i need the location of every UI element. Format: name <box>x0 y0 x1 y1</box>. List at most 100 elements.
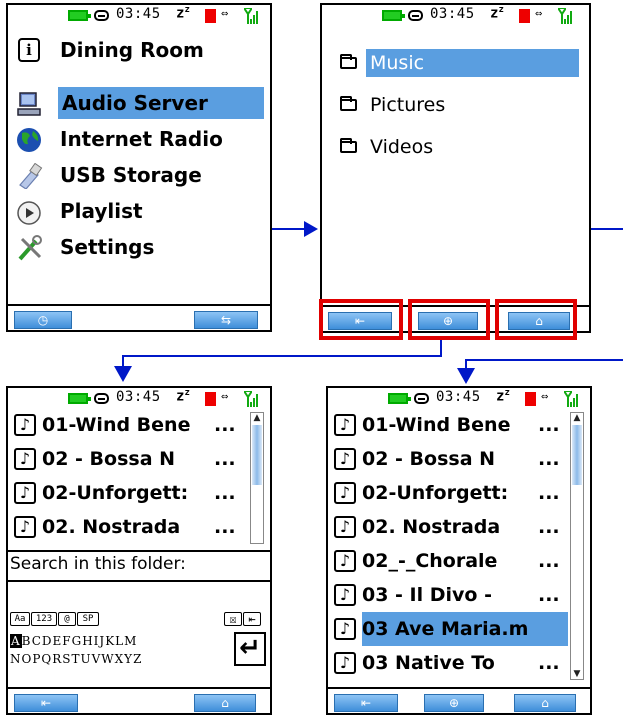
clock-icon: ◷ <box>37 313 49 327</box>
battery-icon <box>388 393 411 404</box>
connector-arrowhead <box>457 368 475 384</box>
track-title: 02. Nostrada <box>362 516 501 538</box>
scroll-up-icon[interactable]: ▲ <box>572 413 582 423</box>
track-item[interactable]: ♪ 02-Unforgett: ... <box>12 476 238 510</box>
softkey-bar: ◷ ⇆ <box>8 304 270 330</box>
track-item[interactable]: ♪ 02 - Bossa N ... <box>12 442 238 476</box>
scroll-up-icon[interactable]: ▲ <box>252 413 262 423</box>
home-softkey[interactable]: ⌂ <box>514 694 576 712</box>
folder-item-music[interactable]: Music <box>328 49 579 77</box>
menu-item-settings[interactable]: Settings <box>14 231 268 263</box>
backspace-key[interactable]: ⇤ <box>243 612 261 626</box>
menu-item-playlist[interactable]: Playlist <box>14 195 268 227</box>
mode-key-symbols[interactable]: @ <box>58 612 76 626</box>
link-icon: ⇔ <box>535 6 543 20</box>
track-item[interactable]: ♪ 03 Ave Maria.m <box>332 612 568 646</box>
signal-icon <box>558 8 572 24</box>
track-title: 03 Native To <box>362 652 495 674</box>
back-softkey[interactable]: ⇤ <box>334 694 398 712</box>
track-scrollbar[interactable]: ▲ ▼ <box>570 412 584 680</box>
more-options-button[interactable]: ... <box>214 442 236 476</box>
music-note-icon: ♪ <box>334 584 356 606</box>
onscreen-keyboard: Aa 123 @ SP ☒ ⇤ ABCDEFGHIJKLM NOPQRSTUVW… <box>10 612 268 682</box>
track-title: 02-Unforgett: <box>362 482 509 504</box>
music-note-icon: ♪ <box>14 482 36 504</box>
back-icon: ⇤ <box>40 696 52 710</box>
status-bar: 03:45 zz ⇔ <box>328 388 590 410</box>
track-item[interactable]: ♪ 02_-_Chorale... <box>332 544 568 578</box>
key-selected[interactable]: A <box>10 634 22 648</box>
info-icon: i <box>18 38 40 62</box>
letter-keys[interactable]: NOPQRSTUVWXYZ <box>10 652 142 666</box>
storage-icon <box>94 393 109 404</box>
connector-line <box>466 359 623 361</box>
softkey-bar: ⇤ ⌂ <box>8 687 270 713</box>
more-options-button[interactable]: ... <box>538 510 560 544</box>
screen-folder-browser: 03:45 zz ⇔ Music Pictures Videos ⇤ ⊕ ⌂ <box>320 3 591 333</box>
menu-item-label: USB Storage <box>60 163 202 187</box>
menu-item-internet-radio[interactable]: Internet Radio <box>14 123 268 155</box>
track-item[interactable]: ♪ 02. Nostrada... <box>332 510 568 544</box>
more-options-button[interactable]: ... <box>538 544 560 578</box>
status-time: 03:45 <box>116 389 161 405</box>
track-scrollbar[interactable]: ▲ <box>250 412 264 544</box>
scrollbar-thumb[interactable] <box>252 425 262 485</box>
music-note-icon: ♪ <box>14 516 36 538</box>
more-options-button[interactable]: ... <box>214 510 236 544</box>
connector-arrowhead <box>304 221 318 237</box>
signal-icon <box>564 391 578 407</box>
letter-keys[interactable]: BCDEFGHIJKLM <box>22 634 138 648</box>
mode-key-numbers[interactable]: 123 <box>31 612 57 626</box>
home-softkey[interactable]: ⌂ <box>194 694 256 712</box>
mode-key-case[interactable]: Aa <box>10 612 30 626</box>
folder-item-pictures[interactable]: Pictures <box>328 91 559 119</box>
music-note-icon: ♪ <box>334 618 356 640</box>
more-options-button[interactable]: ... <box>538 646 560 680</box>
more-options-button[interactable]: ... <box>538 408 560 442</box>
callout-add-softkey <box>408 299 490 340</box>
track-title: 02. Nostrada <box>42 516 181 538</box>
folder-label: Music <box>366 49 579 77</box>
back-softkey[interactable]: ⇤ <box>14 694 78 712</box>
status-bar: 03:45 zz ⇔ <box>322 5 589 27</box>
more-options-button[interactable]: ... <box>538 442 560 476</box>
music-note-icon: ♪ <box>14 448 36 470</box>
track-item[interactable]: ♪ 01-Wind Bene... <box>332 408 568 442</box>
track-item[interactable]: ♪ 03 Native To... <box>332 646 568 680</box>
track-item[interactable]: ♪ 01-Wind Bene ... <box>12 408 238 442</box>
callout-home-softkey <box>495 299 577 340</box>
track-item[interactable]: ♪ 02-Unforgett:... <box>332 476 568 510</box>
more-options-button[interactable]: ... <box>214 476 236 510</box>
scrollbar-thumb[interactable] <box>572 425 582 485</box>
music-note-icon: ♪ <box>334 414 356 436</box>
folder-label: Pictures <box>370 94 446 116</box>
folder-icon <box>340 138 357 153</box>
track-item[interactable]: ♪ 02. Nostrada ... <box>12 510 238 544</box>
mode-key-space[interactable]: SP <box>77 612 99 626</box>
track-item[interactable]: ♪ 02 - Bossa N... <box>332 442 568 476</box>
back-icon: ⇤ <box>360 696 372 710</box>
more-options-button[interactable]: ... <box>538 476 560 510</box>
folder-item-videos[interactable]: Videos <box>328 133 559 161</box>
scroll-down-icon[interactable]: ▼ <box>572 669 582 679</box>
swap-arrows-icon: ⇆ <box>220 313 232 327</box>
sleep-icon: zz <box>176 388 190 405</box>
more-options-button[interactable]: ... <box>538 578 560 612</box>
swap-softkey[interactable]: ⇆ <box>194 311 258 329</box>
enter-key[interactable]: ↵ <box>234 632 266 666</box>
menu-item-usb-storage[interactable]: USB Storage <box>14 159 268 191</box>
battery-icon <box>68 393 91 404</box>
search-input[interactable] <box>198 554 268 576</box>
menu-item-audio-server[interactable]: Audio Server <box>14 87 268 119</box>
globe-icon <box>17 128 41 152</box>
screen-home-menu: 03:45 zz ⇔ i Dining Room Audio Server In… <box>6 3 272 332</box>
signal-icon <box>244 391 258 407</box>
track-title: 01-Wind Bene <box>42 414 191 436</box>
clock-softkey[interactable]: ◷ <box>14 311 72 329</box>
track-item[interactable]: ♪ 03 - Il Divo -... <box>332 578 568 612</box>
clear-key[interactable]: ☒ <box>224 612 242 626</box>
track-title: 03 Ave Maria.m <box>362 612 568 646</box>
connector-line <box>591 228 623 230</box>
more-options-button[interactable]: ... <box>214 408 236 442</box>
add-softkey[interactable]: ⊕ <box>424 694 484 712</box>
